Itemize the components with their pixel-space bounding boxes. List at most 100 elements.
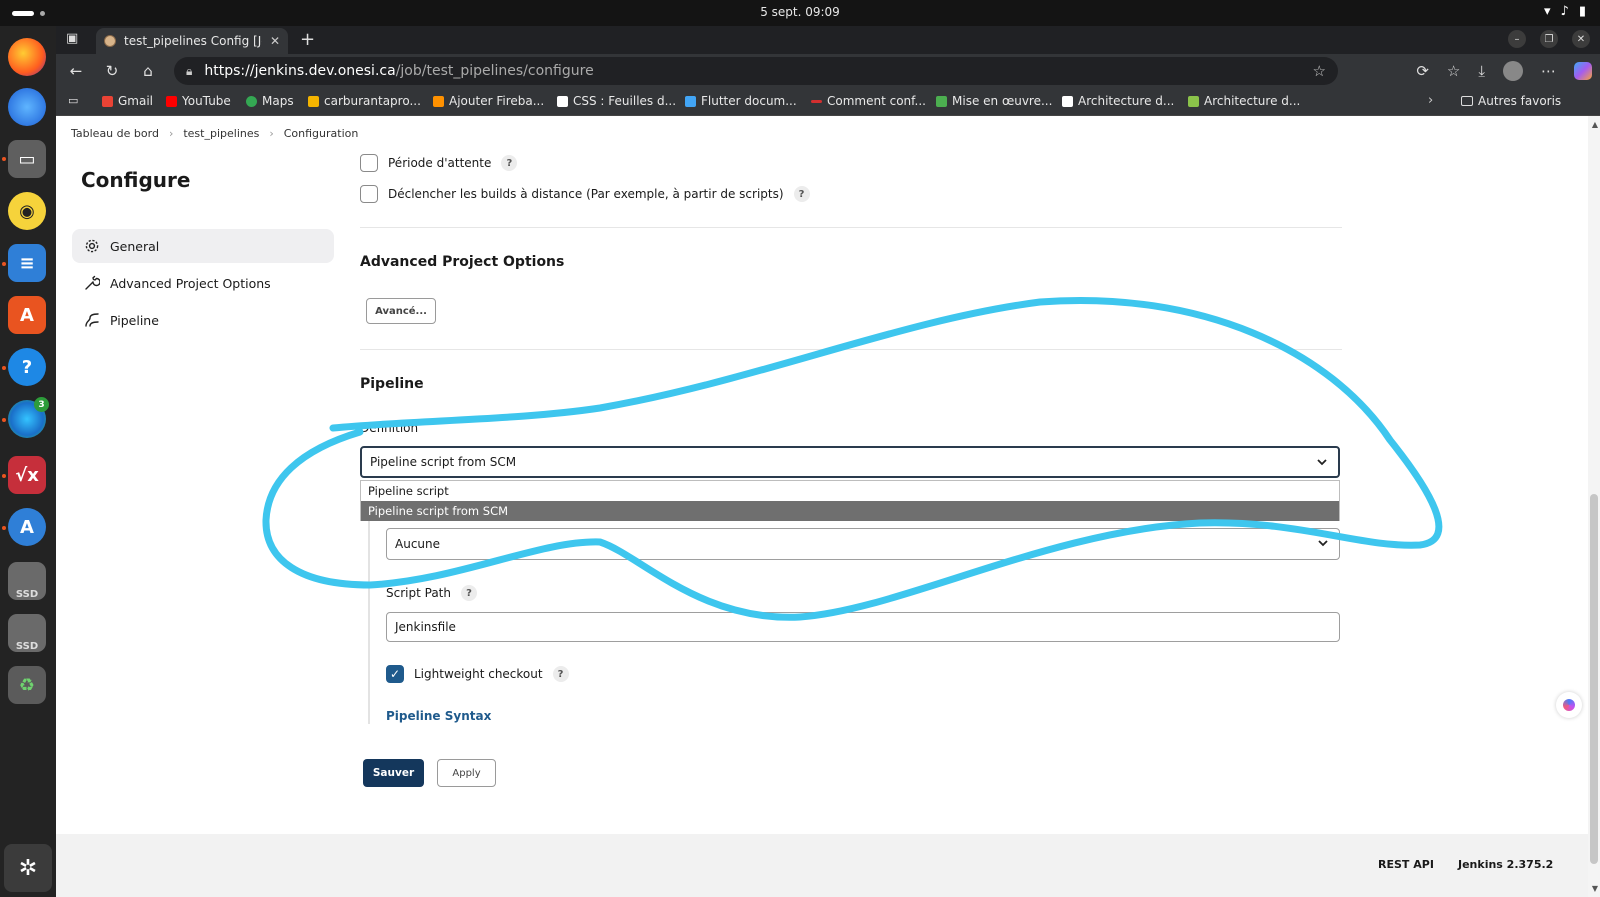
system-tray[interactable]: ▾ ♪ ▮ <box>1544 4 1586 19</box>
bookmark-item[interactable]: CSS : Feuilles d... <box>557 94 676 108</box>
new-tab-icon[interactable]: + <box>300 29 315 50</box>
copilot-icon[interactable] <box>1574 62 1592 80</box>
mathcad-icon[interactable]: √x <box>8 456 46 494</box>
scm-select[interactable]: Aucune <box>386 528 1340 560</box>
app-center-icon[interactable]: A <box>8 296 46 334</box>
minimize-icon[interactable]: – <box>1508 30 1526 48</box>
scrollbar-thumb[interactable] <box>1590 494 1598 864</box>
close-tab-icon[interactable]: ✕ <box>270 34 280 48</box>
help-icon[interactable]: ? <box>793 186 810 202</box>
rest-api-link[interactable]: REST API <box>1378 858 1434 871</box>
running-indicator <box>2 157 6 161</box>
breadcrumb: Tableau de bord › test_pipelines › Confi… <box>71 127 358 140</box>
apply-button[interactable]: Apply <box>437 759 496 787</box>
bookmark-item[interactable]: Flutter docum... <box>685 94 797 108</box>
chevron-right-icon: › <box>269 127 274 140</box>
definition-select[interactable]: Pipeline script from SCM <box>360 446 1340 478</box>
help-icon[interactable]: ? <box>501 155 518 171</box>
bookmarks-overflow-icon[interactable]: › <box>1428 93 1433 108</box>
volume-icon[interactable]: ♪ <box>1561 4 1569 19</box>
scroll-down-icon[interactable]: ▼ <box>1592 884 1598 893</box>
pipeline-syntax-link[interactable]: Pipeline Syntax <box>386 709 491 723</box>
clock[interactable]: 5 sept. 09:09 <box>0 5 1600 19</box>
bookmark-item[interactable]: Ajouter Fireba... <box>433 94 544 108</box>
browser-toolbar: ← ↻ ⌂ 🔒︎ https://jenkins.dev.onesi.ca/jo… <box>56 54 1600 88</box>
script-path-label-row: Script Path ? <box>386 585 477 601</box>
definition-option[interactable]: Pipeline script <box>361 481 1339 501</box>
wifi-icon[interactable]: ▾ <box>1544 4 1551 19</box>
help-icon[interactable]: ? <box>8 348 46 386</box>
downloads-icon[interactable]: ⤓ <box>1478 62 1485 80</box>
quiet-period-label[interactable]: Période d'attente <box>388 156 491 170</box>
bookmark-item[interactable]: Architecture d... <box>1062 94 1174 108</box>
lightweight-checkout-row: ✓ Lightweight checkout ? <box>386 665 569 683</box>
writer-icon[interactable]: ≡ <box>8 244 46 282</box>
advanced-button[interactable]: Avancé... <box>366 298 436 324</box>
chevron-right-icon: › <box>168 127 174 140</box>
remote-trigger-label[interactable]: Déclencher les builds à distance (Par ex… <box>388 187 784 201</box>
breadcrumb-job[interactable]: test_pipelines <box>183 127 259 140</box>
help-icon[interactable]: ? <box>460 585 477 601</box>
restore-icon[interactable]: ❐ <box>1540 30 1558 48</box>
profile-icon[interactable] <box>1503 61 1523 81</box>
quiet-period-checkbox[interactable] <box>360 154 378 172</box>
bookmark-item[interactable]: Comment conf... <box>811 94 926 108</box>
rhythmbox-icon[interactable]: ◉ <box>8 192 46 230</box>
article-icon <box>811 99 822 103</box>
page-scrollbar[interactable]: ▲ ▼ <box>1588 116 1600 897</box>
side-nav-pipeline[interactable]: Pipeline <box>72 303 334 337</box>
breadcrumb-configuration[interactable]: Configuration <box>284 127 359 140</box>
bookmark-item[interactable]: YouTube <box>166 94 231 108</box>
notification-badge: 3 <box>34 397 49 412</box>
thunderbird-icon[interactable] <box>8 88 46 126</box>
bookmark-item[interactable]: Architecture d... <box>1188 94 1300 108</box>
more-menu-icon[interactable]: ⋯ <box>1541 62 1556 80</box>
definition-option-selected[interactable]: Pipeline script from SCM <box>361 501 1339 521</box>
scroll-up-icon[interactable]: ▲ <box>1592 120 1598 129</box>
back-icon[interactable]: ← <box>66 61 86 81</box>
home-icon[interactable]: ⌂ <box>138 61 158 81</box>
battery-icon[interactable]: ▮ <box>1579 4 1586 19</box>
files-icon[interactable]: ▭ <box>8 140 46 178</box>
lock-icon[interactable]: 🔒︎ <box>186 64 192 79</box>
assistant-widget[interactable] <box>1556 692 1582 718</box>
favorites-icon[interactable]: ☆ <box>1447 62 1460 80</box>
gear-icon <box>84 238 100 254</box>
tab-test-pipelines[interactable]: test_pipelines Config [Jenkins] ✕ <box>96 28 288 54</box>
trash-icon[interactable]: ♻ <box>8 666 46 704</box>
bookmark-apps-icon[interactable]: ▭ <box>68 94 78 107</box>
reload-icon[interactable]: ↻ <box>102 61 122 81</box>
extensions-icon[interactable]: ⟳ <box>1416 62 1429 80</box>
script-path-label: Script Path <box>386 586 451 600</box>
breadcrumb-dashboard[interactable]: Tableau de bord <box>71 127 159 140</box>
firefox-icon[interactable] <box>8 38 46 76</box>
tab-actions-icon[interactable]: ▣ <box>66 31 82 47</box>
bookmark-item[interactable]: Mise en œuvre... <box>936 94 1052 108</box>
edge-icon[interactable]: 3 <box>8 397 49 438</box>
software-updater-icon[interactable]: A <box>8 508 46 546</box>
show-apps-icon[interactable]: ✲ <box>4 844 52 892</box>
running-indicator <box>2 262 6 266</box>
address-bar[interactable]: 🔒︎ https://jenkins.dev.onesi.ca/job/test… <box>174 57 1338 85</box>
side-nav-advanced[interactable]: Advanced Project Options <box>72 266 334 300</box>
help-icon[interactable]: ? <box>552 666 569 682</box>
bookmark-item[interactable]: carburantapro... <box>308 94 421 108</box>
remote-trigger-checkbox[interactable] <box>360 185 378 203</box>
other-bookmarks[interactable]: Autres favoris <box>1461 94 1561 108</box>
lightweight-checkout-label[interactable]: Lightweight checkout <box>414 667 543 681</box>
nested-section-rule <box>368 521 370 724</box>
jenkins-version-link[interactable]: Jenkins 2.375.2 <box>1458 858 1553 871</box>
url-path: /job/test_pipelines/configure <box>395 63 594 79</box>
bookmark-item[interactable]: Gmail <box>102 94 153 108</box>
bookmark-item[interactable]: Maps <box>246 94 294 108</box>
favorite-star-icon[interactable]: ☆ <box>1313 62 1326 80</box>
save-button[interactable]: Sauver <box>363 759 424 787</box>
browser-window: ▣ test_pipelines Config [Jenkins] ✕ + – … <box>56 26 1600 897</box>
side-nav-general[interactable]: General <box>72 229 334 263</box>
ssd-drive-icon[interactable]: SSD <box>8 562 46 600</box>
close-window-icon[interactable]: ✕ <box>1572 30 1590 48</box>
tab-strip: ▣ test_pipelines Config [Jenkins] ✕ + – … <box>56 26 1600 54</box>
script-path-input[interactable]: Jenkinsfile <box>386 612 1340 642</box>
ssd-drive-icon[interactable]: SSD <box>8 614 46 652</box>
lightweight-checkout-checkbox[interactable]: ✓ <box>386 665 404 683</box>
